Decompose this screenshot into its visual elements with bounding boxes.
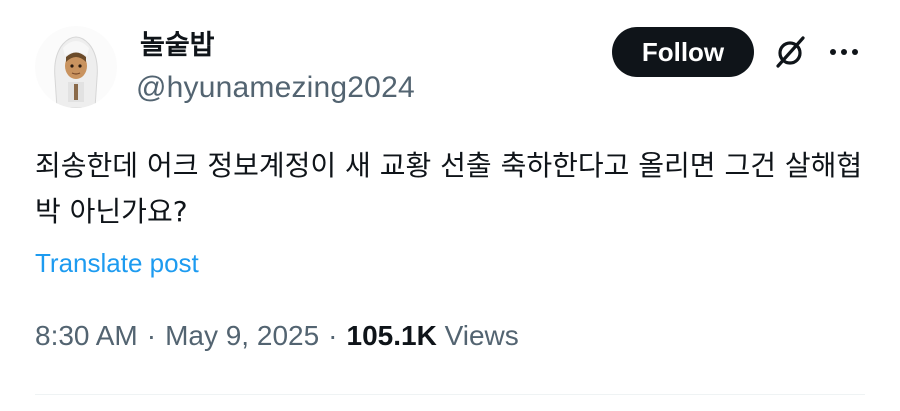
person-avatar-icon [54, 36, 98, 108]
post-date[interactable]: May 9, 2025 [165, 320, 319, 351]
slashed-circle-icon[interactable] [772, 33, 810, 71]
post-time[interactable]: 8:30 AM [35, 320, 138, 351]
follow-button[interactable]: Follow [612, 27, 754, 77]
divider [35, 394, 865, 395]
author-handle[interactable]: @hyunamezing2024 [136, 70, 415, 106]
translate-post-link[interactable]: Translate post [35, 246, 199, 280]
views-label: Views [444, 320, 519, 351]
post-meta: 8:30 AM · May 9, 2025 · 105.1K Views [35, 318, 519, 354]
post-text: 죄송한데 어크 정보계정이 새 교황 선출 축하한다고 올리면 그건 살해협박 … [35, 149, 863, 228]
avatar[interactable] [35, 26, 117, 108]
author-display-name[interactable]: 놀숱밥 [140, 30, 215, 62]
ellipsis-icon[interactable] [826, 38, 862, 66]
meta-separator: · [328, 320, 338, 351]
views-count: 105.1K [346, 320, 437, 351]
meta-separator: · [146, 320, 157, 351]
